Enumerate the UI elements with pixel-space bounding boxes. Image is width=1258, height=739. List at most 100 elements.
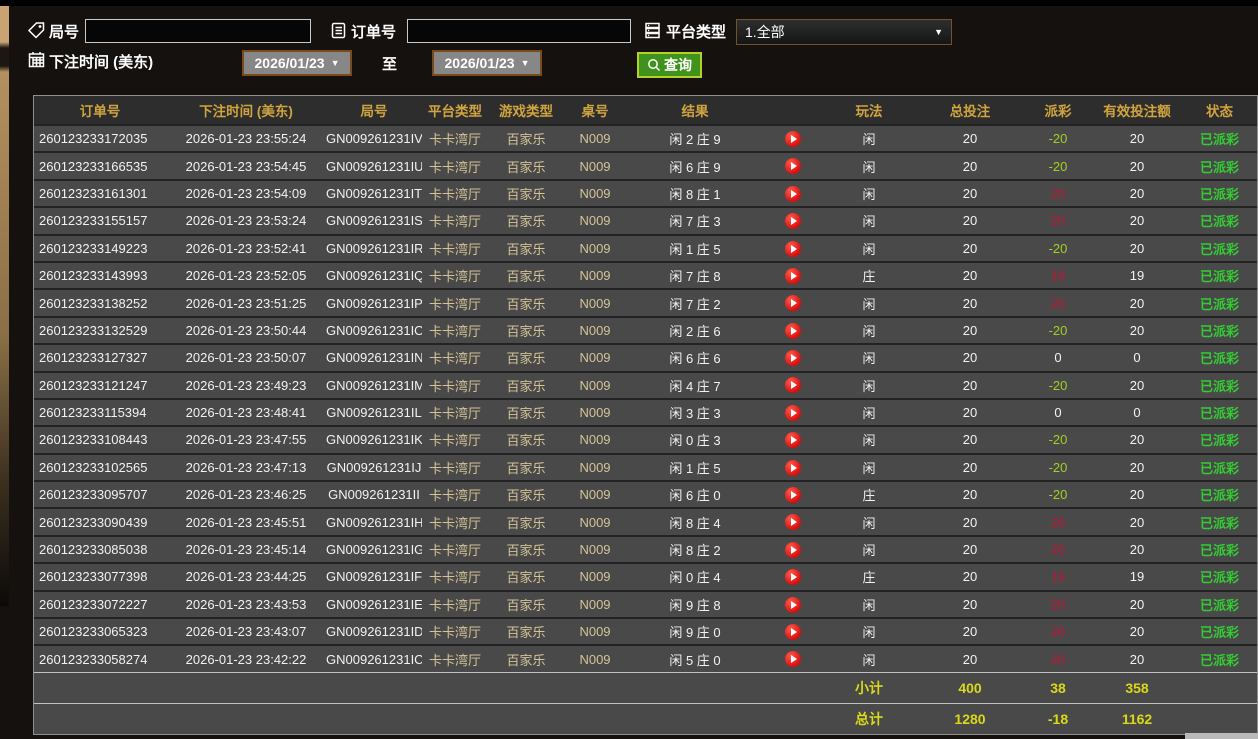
date-from-picker[interactable]: 2026/01/23 ▼ — [242, 50, 352, 76]
search-button[interactable]: 查询 — [637, 52, 702, 78]
scrollbar-fragment[interactable] — [1185, 733, 1258, 739]
status-badge: 已派彩 — [1199, 570, 1239, 586]
bet-play-type: 庄 — [862, 488, 876, 504]
replay-button[interactable] — [785, 514, 801, 531]
valid-bet-value: 20 — [1129, 131, 1145, 147]
bet-time: 2026-01-23 23:54:45 — [185, 158, 307, 174]
replay-button[interactable] — [785, 377, 801, 394]
table-row: 260123233121247 2026-01-23 23:49:23 GN00… — [34, 370, 1257, 398]
play-icon — [791, 134, 797, 143]
table-number: N009 — [579, 295, 611, 311]
platform-type: 卡卡湾厅 — [428, 460, 481, 476]
platform-type: 卡卡湾厅 — [428, 132, 481, 148]
valid-bet-value: 20 — [1129, 185, 1145, 201]
date-to-picker[interactable]: 2026/01/23 ▼ — [432, 50, 542, 76]
replay-button[interactable] — [785, 267, 801, 284]
column-header: 平台类型 — [428, 104, 482, 119]
valid-bet-value: 20 — [1129, 377, 1145, 393]
order-id: 260123233143993 — [39, 268, 148, 284]
table-row: 260123233127327 2026-01-23 23:50:07 GN00… — [34, 343, 1257, 371]
platform-type: 卡卡湾厅 — [428, 625, 481, 641]
order-list-icon — [331, 22, 346, 39]
total-bet-value: 20 — [962, 213, 978, 229]
round-id: GN009261231IP — [326, 295, 422, 311]
order-id: 260123233095707 — [39, 487, 148, 503]
payout-value: 20 — [1050, 295, 1066, 311]
replay-button[interactable] — [785, 158, 801, 175]
replay-button[interactable] — [785, 569, 801, 586]
order-id: 260123233127327 — [39, 350, 148, 366]
platform-select-value: 1.全部 — [745, 24, 785, 40]
subtotal-payout: 38 — [1050, 679, 1066, 696]
replay-cell — [764, 377, 822, 394]
table-row: 260123233138252 2026-01-23 23:51:25 GN00… — [34, 288, 1257, 316]
total-bet-value: 20 — [962, 569, 978, 585]
order-id: 260123233155157 — [39, 213, 148, 229]
play-icon — [791, 600, 797, 609]
replay-button[interactable] — [785, 541, 801, 558]
game-type: 百家乐 — [506, 433, 546, 449]
round-input[interactable] — [85, 19, 311, 43]
replay-button[interactable] — [785, 487, 801, 504]
replay-cell — [764, 514, 822, 531]
order-id: 260123233138252 — [39, 295, 148, 311]
valid-bet-value: 20 — [1129, 624, 1145, 640]
column-header: 总投注 — [949, 104, 991, 119]
table-row: 260123233102565 2026-01-23 23:47:13 GN00… — [34, 452, 1257, 481]
replay-button[interactable] — [785, 295, 801, 312]
column-header: 订单号 — [79, 104, 121, 119]
replay-button[interactable] — [785, 624, 801, 640]
total-bet-value: 20 — [962, 158, 978, 174]
table-row: 260123233132529 2026-01-23 23:50:44 GN00… — [34, 315, 1257, 344]
result-text: 闲 6 庄 9 — [669, 159, 721, 175]
subtotal-valid: 358 — [1125, 679, 1149, 696]
status-badge: 已派彩 — [1199, 597, 1239, 613]
replay-button[interactable] — [785, 404, 801, 421]
replay-button[interactable] — [785, 596, 801, 613]
game-type: 百家乐 — [506, 186, 546, 202]
platform-select[interactable]: 1.全部 ▼ — [736, 19, 952, 45]
game-type: 百家乐 — [506, 296, 546, 312]
play-icon — [791, 463, 797, 472]
calendar-icon — [28, 52, 45, 68]
replay-button[interactable] — [785, 130, 801, 147]
replay-cell — [764, 185, 822, 202]
play-icon — [791, 189, 797, 198]
table-row: 260123233108443 2026-01-23 23:47:55 GN00… — [34, 425, 1257, 453]
round-id: GN009261231IS — [326, 213, 422, 229]
order-input[interactable] — [407, 19, 631, 43]
game-type: 百家乐 — [506, 570, 546, 586]
total-bet-value: 20 — [962, 624, 978, 640]
replay-button[interactable] — [785, 350, 801, 367]
valid-bet-value: 19 — [1129, 569, 1145, 585]
total-bet-value: 20 — [962, 596, 978, 612]
result-text: 闲 8 庄 4 — [669, 515, 721, 531]
bet-time: 2026-01-23 23:55:24 — [185, 131, 307, 147]
round-id: GN009261231IO — [326, 322, 422, 338]
result-text: 闲 1 庄 5 — [669, 460, 721, 476]
table-row: 260123233095707 2026-01-23 23:46:25 GN00… — [34, 480, 1257, 508]
replay-button[interactable] — [785, 322, 801, 339]
replay-button[interactable] — [785, 240, 801, 257]
replay-cell — [764, 295, 822, 312]
play-icon — [791, 381, 797, 390]
replay-button[interactable] — [785, 213, 801, 230]
order-id: 260123233115394 — [39, 405, 147, 421]
replay-button[interactable] — [785, 432, 801, 449]
play-icon — [791, 271, 797, 280]
order-id: 260123233085038 — [39, 542, 148, 558]
bet-time: 2026-01-23 23:54:09 — [185, 185, 307, 201]
table-number: N009 — [579, 377, 611, 393]
table-row: 260123233172035 2026-01-23 23:55:24 GN00… — [34, 124, 1257, 152]
replay-button[interactable] — [785, 459, 801, 476]
order-id: 260123233149223 — [39, 240, 148, 256]
replay-button[interactable] — [785, 651, 801, 668]
game-type: 百家乐 — [506, 460, 546, 476]
total-bet-value: 20 — [962, 432, 978, 448]
round-id: GN009261231IK — [326, 432, 422, 448]
result-text: 闲 0 庄 4 — [669, 570, 721, 586]
total-bet-value: 20 — [962, 131, 978, 147]
table-number: N009 — [579, 268, 611, 284]
replay-button[interactable] — [785, 185, 801, 202]
bet-play-type: 闲 — [862, 433, 876, 449]
